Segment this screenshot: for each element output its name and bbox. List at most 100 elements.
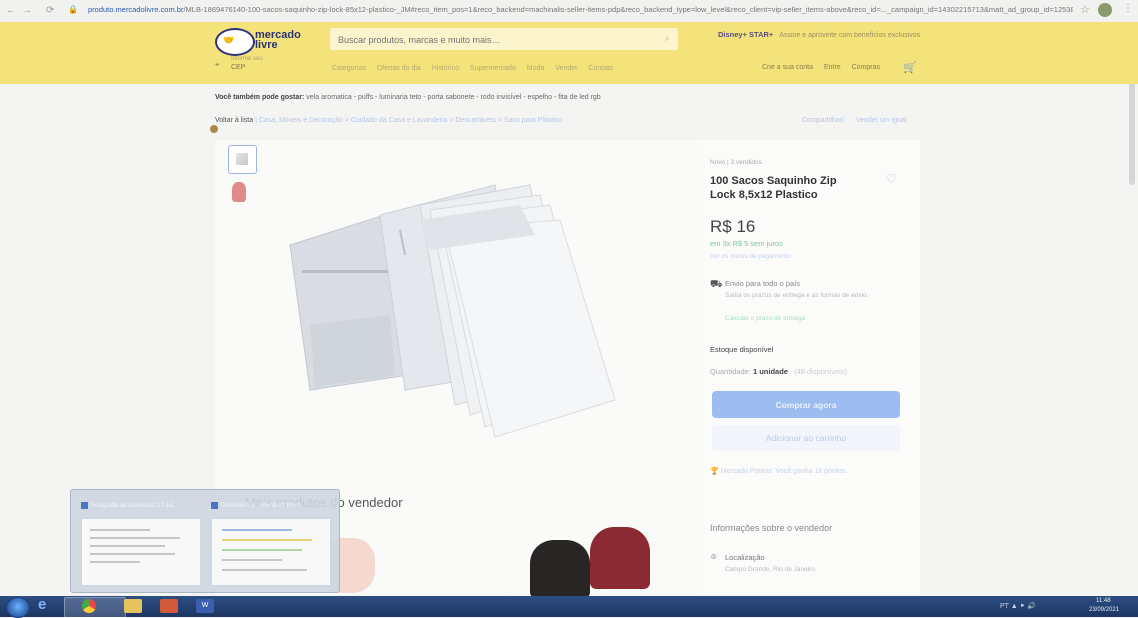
product-condition: Novo | 3 vendidos [710,159,762,166]
search-icon[interactable]: ⌕ [664,33,670,44]
search-box: ⌕ [330,28,678,52]
buy-now-button[interactable]: Comprar agora [712,391,900,418]
add-to-cart-button[interactable]: Adicionar ao carrinho [712,425,900,451]
promo-brand: Disney+ STAR+ [718,30,774,39]
product-image[interactable] [280,175,660,445]
browser-toolbar: ← → ⟳ 🔒 produto.mercadolivre.com.br/MLB-… [0,0,1138,23]
preview-title-1: Fotografia de download\ 17-14... [81,500,201,512]
main-nav: Categorias Ofertas do dia Histórico Supe… [332,65,622,72]
location-pin-icon: ⌖ [215,60,220,69]
create-account-link[interactable]: Crie a sua conta [762,64,813,71]
preview-title-1-text: Fotografia de download\ 17-14... [91,503,178,509]
chrome-icon [82,599,96,613]
gallery-thumbnail-1[interactable] [228,145,257,174]
nav-categories[interactable]: Categorias [332,65,366,72]
truck-icon: ⛟ [710,279,723,290]
nav-fashion[interactable]: Moda [527,65,545,72]
gallery-thumbnail-2[interactable] [228,180,255,207]
related-product-image-2[interactable] [530,540,590,598]
shipping-title: Envio para todo o país [725,279,801,288]
login-link[interactable]: Entre [824,64,841,71]
back-to-list-link[interactable]: Voltar à lista [215,117,253,124]
search-input[interactable] [330,28,660,52]
promo-text: Assine e aproveite com benefícios exclus… [779,32,921,39]
clock-date[interactable]: 23/09/2021 [1089,607,1119,613]
mercado-livre-logo[interactable]: 🤝 mercado livre [215,26,303,56]
handshake-icon: 🤝 [223,35,235,45]
preview-thumbnail-1 [81,518,201,586]
installments-text: em 3x R$ 5 sem juros [710,239,783,248]
cep-selector[interactable]: ⌖ Informe seu CEP [215,56,263,71]
back-icon[interactable]: ← [6,5,16,16]
clock-time[interactable]: 11:48 [1096,598,1111,604]
seller-info-title: Informações sobre o vendedor [710,523,833,533]
taskbar-window-preview: Fotografia de download\ 17-14... Documen… [70,489,340,593]
location-icon: ⌾ [711,552,717,562]
word-window-icon [211,501,218,509]
preview-thumbnail-2 [211,518,331,586]
preview-window-photo[interactable]: Fotografia de download\ 17-14... [81,500,201,586]
forward-icon[interactable]: → [22,5,32,16]
promo-banner[interactable]: Disney+ STAR+ Assine e aproveite com bene… [718,30,948,46]
share-links: Compartilhar| Vender um igual [802,117,907,124]
nav-contact[interactable]: Contato [588,65,613,72]
quantity-value[interactable]: 1 unidade [753,367,788,376]
url-host: produto.mercadolivre.com.br [88,5,184,14]
trophy-icon: 🏆 [710,468,721,475]
share-link[interactable]: Compartilhar [802,117,842,124]
preview-window-word[interactable]: Documento1 - Microsoft Word [211,500,331,586]
media-player-icon[interactable] [160,599,178,613]
logo-text-2: livre [255,39,278,51]
cep-label: Informe seu [231,56,263,62]
preview-title-2: Documento1 - Microsoft Word [211,500,331,512]
reload-icon[interactable]: ⟳ [46,5,54,16]
handshake-logo-icon [215,28,255,56]
nav-supermarket[interactable]: Supermercado [470,65,516,72]
calculate-shipping-link[interactable]: Calcular o prazo de entrega [725,315,805,322]
profile-avatar-icon[interactable] [1098,3,1112,17]
loyalty-points-value: Mercado Pontos. Você ganha 16 pontos. [720,468,848,475]
purchases-link[interactable]: Compras [852,64,880,71]
nav-history[interactable]: Histórico [432,65,459,72]
quantity-label: Quantidade: [710,367,751,376]
suggestions-bar: Você também pode gostar: vela aromatica … [215,94,601,101]
lock-icon: 🔒 [68,5,78,14]
extension-icon[interactable] [210,125,218,133]
shipping-detail: Saiba os prazos de entrega e as formas d… [725,292,869,299]
product-price: R$ 16 [710,217,756,236]
breadcrumb-path[interactable]: Casa, Móveis e Decoração > Cuidado da Ca… [259,117,562,124]
stock-status: Estoque disponível [710,345,774,354]
bookmark-star-icon[interactable]: ☆ [1080,3,1090,16]
bag-thumbnail-icon [236,153,248,165]
site-header: 🤝 mercado livre ⌕ Disney+ STAR+ Assine e … [0,22,1138,84]
favorite-heart-icon[interactable]: ♡ [886,172,897,186]
loyalty-points-text: 🏆 Mercado Pontos. Você ganha 16 pontos. [710,467,847,475]
word-icon[interactable]: W [196,599,214,613]
nav-offers[interactable]: Ofertas do dia [377,65,421,72]
payment-methods-link[interactable]: Ver os meios de pagamento [710,253,791,260]
browser-menu-icon[interactable]: ⋮ [1123,3,1133,14]
location-label: Localização [725,553,765,562]
cart-icon[interactable]: 🛒 [903,61,917,74]
sell-similar-link[interactable]: Vender um igual [856,117,907,124]
preview-title-2-text: Documento1 - Microsoft Word [221,503,301,509]
quantity-available: (48 disponíveis) [794,367,848,376]
address-bar[interactable]: produto.mercadolivre.com.br/MLB-18694761… [88,5,1073,18]
location-value: Campo Grande, Rio de Janeiro [725,566,815,573]
cep-value: CEP [231,64,246,71]
purse-thumbnail-icon [232,182,246,202]
window-icon [81,501,88,509]
suggestions-items[interactable]: vela aromatica - puffs - luminaria teto … [306,94,600,101]
explorer-folder-icon[interactable] [124,599,142,613]
nav-sell[interactable]: Vender [555,65,577,72]
start-button[interactable] [6,597,30,618]
ie-browser-icon[interactable]: e [38,596,56,613]
quantity-selector[interactable]: Quantidade: 1 unidade (48 disponíveis) [710,367,847,376]
user-nav: Crie a sua conta Entre Compras [762,64,889,71]
breadcrumb: Voltar à lista | Casa, Móveis e Decoraçã… [215,117,563,124]
related-product-image-3[interactable] [590,527,650,589]
system-tray[interactable]: PT ▲ ⯈ 🔊 [1000,602,1036,611]
product-title: 100 Sacos Saquinho Zip Lock 8,5x12 Plast… [710,175,837,201]
suggestions-label: Você também pode gostar: [215,94,305,101]
url-path: /MLB-1869476140-100-sacos-saquinho-zip-l… [183,5,1073,14]
